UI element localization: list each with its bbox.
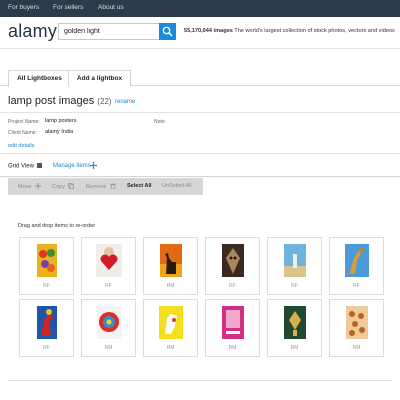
drag-drop-hint: Drag and drop items to re-order xyxy=(18,223,96,229)
image-count: 55,170,044 images xyxy=(184,28,233,34)
image-card[interactable]: RM xyxy=(143,299,198,357)
pink-poster-thumbnail xyxy=(221,306,244,339)
image-card[interactable]: RF xyxy=(19,299,74,357)
colorful-figure-thumbnail xyxy=(36,306,57,339)
image-card[interactable]: RF xyxy=(267,237,322,295)
image-card[interactable]: RF xyxy=(81,237,136,295)
lightbox-count: (22) xyxy=(97,97,112,106)
image-card[interactable]: RM xyxy=(143,237,198,295)
image-card[interactable]: RF xyxy=(329,237,384,295)
license-label: RF xyxy=(291,283,298,289)
site-tagline: 55,170,044 images The world's largest co… xyxy=(184,28,395,34)
license-label: RF xyxy=(229,283,236,289)
divider xyxy=(0,153,400,154)
colorful-flowers-thumbnail xyxy=(36,244,57,277)
tab-all-lightboxes[interactable]: All Lightboxes xyxy=(8,70,71,87)
remove-label: Remove xyxy=(86,184,107,190)
move-icon xyxy=(34,183,41,189)
sky-lighthouse-thumbnail xyxy=(283,244,306,277)
license-label: RM xyxy=(166,345,175,351)
move-arrows-icon[interactable] xyxy=(90,162,97,169)
top-nav: For buyers For sellers About us xyxy=(0,0,400,17)
divider xyxy=(0,112,400,113)
rename-link[interactable]: rename xyxy=(115,99,135,105)
site-header: alamy 55,170,044 images The world's larg… xyxy=(0,17,400,49)
nav-for-buyers[interactable]: For buyers xyxy=(8,4,39,11)
edit-details-link[interactable]: edit details xyxy=(8,143,34,149)
license-label: RM xyxy=(228,345,237,351)
mask-face-thumbnail xyxy=(221,244,244,277)
remove-button[interactable]: Remove xyxy=(86,183,116,190)
footer-divider xyxy=(8,380,392,381)
image-card[interactable]: RF xyxy=(205,237,260,295)
license-label: RF xyxy=(43,345,50,351)
giraffe-sky-thumbnail xyxy=(344,244,369,277)
tagline-text: The world's largest collection of stock … xyxy=(234,28,395,34)
grid-view-label: Grid View xyxy=(8,163,34,170)
tab-add-lightbox[interactable]: Add a lightbox xyxy=(68,70,131,86)
grid-icon xyxy=(36,163,42,168)
client-name-label: Client Name: xyxy=(8,130,37,136)
copy-icon xyxy=(68,183,75,189)
image-card[interactable]: RM xyxy=(81,299,136,357)
client-name-value: alamy India xyxy=(45,129,74,135)
grid-view-toggle[interactable]: Grid View xyxy=(8,163,42,170)
green-ornament-thumbnail xyxy=(283,306,306,339)
yellow-hand-thumbnail xyxy=(158,306,183,339)
trash-icon xyxy=(110,183,116,189)
search-button[interactable] xyxy=(159,23,176,40)
copy-label: Copy xyxy=(52,184,65,190)
search-icon xyxy=(162,26,173,37)
woman-holding-heart-thumbnail xyxy=(95,244,122,277)
search-input[interactable] xyxy=(58,23,159,40)
red-target-thumbnail xyxy=(96,306,121,339)
image-card[interactable]: RF xyxy=(19,237,74,295)
image-card[interactable]: RM xyxy=(329,299,384,357)
image-card[interactable]: RM xyxy=(267,299,322,357)
giraffe-pattern-thumbnail xyxy=(345,306,368,339)
alamy-logo[interactable]: alamy xyxy=(8,21,57,42)
manage-items-link[interactable]: Manage items xyxy=(53,163,91,169)
move-button[interactable]: Move xyxy=(18,183,41,190)
license-label: RM xyxy=(166,283,175,289)
lightbox-name: lamp post images xyxy=(8,95,95,107)
lightbox-title: lamp post images (22) xyxy=(8,95,112,107)
license-label: RM xyxy=(104,345,113,351)
note-label: Note: xyxy=(154,119,166,125)
manage-toolbar: Move Copy Remove Select All UnSelect All xyxy=(8,178,203,195)
lightbox-tabs: All Lightboxes Add a lightbox xyxy=(0,70,400,87)
license-label: RF xyxy=(353,283,360,289)
license-label: RF xyxy=(43,283,50,289)
image-card[interactable]: RM xyxy=(205,299,260,357)
nav-about-us[interactable]: About us xyxy=(98,4,124,11)
project-name-value: lamp posters xyxy=(45,118,77,124)
move-label: Move xyxy=(18,184,32,190)
license-label: RM xyxy=(352,345,361,351)
license-label: RF xyxy=(105,283,112,289)
select-all-button[interactable]: Select All xyxy=(127,183,152,189)
copy-button[interactable]: Copy xyxy=(52,183,75,190)
license-label: RM xyxy=(290,345,299,351)
unselect-all-button[interactable]: UnSelect All xyxy=(162,183,192,189)
project-name-label: Project Name: xyxy=(8,119,40,125)
nav-for-sellers[interactable]: For sellers xyxy=(53,4,83,11)
view-controls: Grid View Manage items xyxy=(0,160,400,177)
giraffe-sunset-thumbnail xyxy=(159,244,182,277)
